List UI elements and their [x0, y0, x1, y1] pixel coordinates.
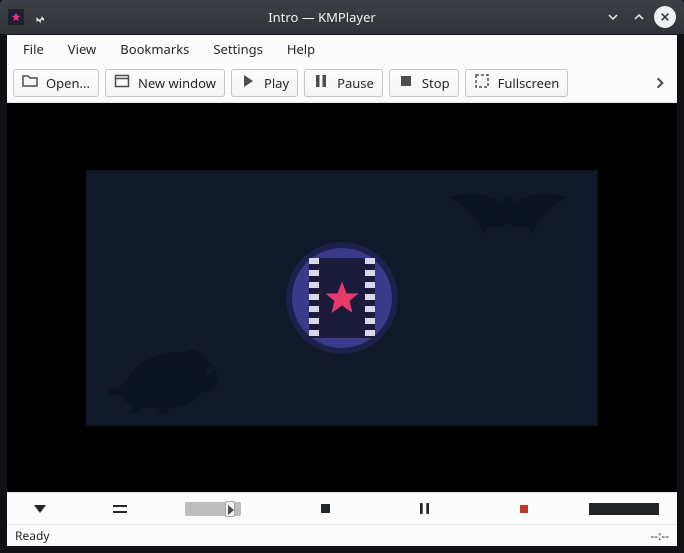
- close-button[interactable]: [654, 6, 676, 28]
- filmstrip-icon: [309, 258, 375, 338]
- rat-silhouette-icon: [106, 338, 236, 416]
- titlebar[interactable]: Intro — KMPlayer: [0, 0, 684, 34]
- logo-disc: [292, 248, 392, 348]
- maximize-button[interactable]: [628, 6, 650, 28]
- minimize-button[interactable]: [602, 6, 624, 28]
- star-icon: [324, 280, 360, 316]
- playback-controls: [7, 492, 677, 524]
- pin-icon[interactable]: [32, 10, 46, 24]
- intro-splash: [86, 170, 598, 426]
- pause-button[interactable]: Pause: [304, 69, 383, 97]
- play-button[interactable]: Play: [231, 69, 298, 97]
- stop-label: Stop: [422, 74, 450, 92]
- window-title: Intro — KMPlayer: [46, 8, 598, 26]
- menu-settings[interactable]: Settings: [203, 36, 272, 62]
- record-icon: [520, 505, 528, 513]
- popup-menu-button[interactable]: [25, 499, 55, 519]
- fullscreen-label: Fullscreen: [498, 74, 560, 92]
- volume-slider[interactable]: [589, 503, 659, 515]
- stop-icon: [398, 73, 414, 93]
- folder-open-icon: [22, 73, 38, 93]
- play-icon: [240, 73, 256, 93]
- pause-icon: [313, 73, 329, 93]
- app-window: Intro — KMPlayer File View Bookmarks Set…: [0, 0, 684, 553]
- menu-bookmarks[interactable]: Bookmarks: [110, 36, 199, 62]
- toolbar: Open... New window Play Pause: [7, 63, 677, 103]
- status-text: Ready: [15, 527, 49, 544]
- time-display: --:--: [650, 527, 669, 544]
- seek-thumb[interactable]: [225, 501, 235, 517]
- app-icon: [8, 9, 24, 25]
- open-button[interactable]: Open...: [13, 69, 99, 97]
- seek-slider[interactable]: [185, 502, 241, 516]
- open-label: Open...: [46, 74, 90, 92]
- control-stop-button[interactable]: [310, 499, 340, 519]
- menu-file[interactable]: File: [13, 36, 54, 62]
- bat-silhouette-icon: [448, 190, 568, 250]
- toolbar-overflow-button[interactable]: [649, 69, 671, 97]
- new-window-label: New window: [138, 74, 216, 92]
- record-button[interactable]: [509, 499, 539, 519]
- video-area[interactable]: [7, 103, 677, 492]
- client-area: File View Bookmarks Settings Help Open..…: [6, 34, 678, 547]
- pause-label: Pause: [337, 74, 374, 92]
- fullscreen-icon: [474, 73, 490, 93]
- stop-button[interactable]: Stop: [389, 69, 459, 97]
- fullscreen-button[interactable]: Fullscreen: [465, 69, 569, 97]
- statusbar: Ready --:--: [7, 524, 677, 546]
- new-window-button[interactable]: New window: [105, 69, 225, 97]
- menu-help[interactable]: Help: [277, 36, 325, 62]
- menu-view[interactable]: View: [58, 36, 106, 62]
- window-icon: [114, 73, 130, 93]
- control-pause-button[interactable]: [410, 499, 440, 519]
- playlist-button[interactable]: [105, 499, 135, 519]
- menubar: File View Bookmarks Settings Help: [7, 35, 677, 63]
- play-label: Play: [264, 74, 289, 92]
